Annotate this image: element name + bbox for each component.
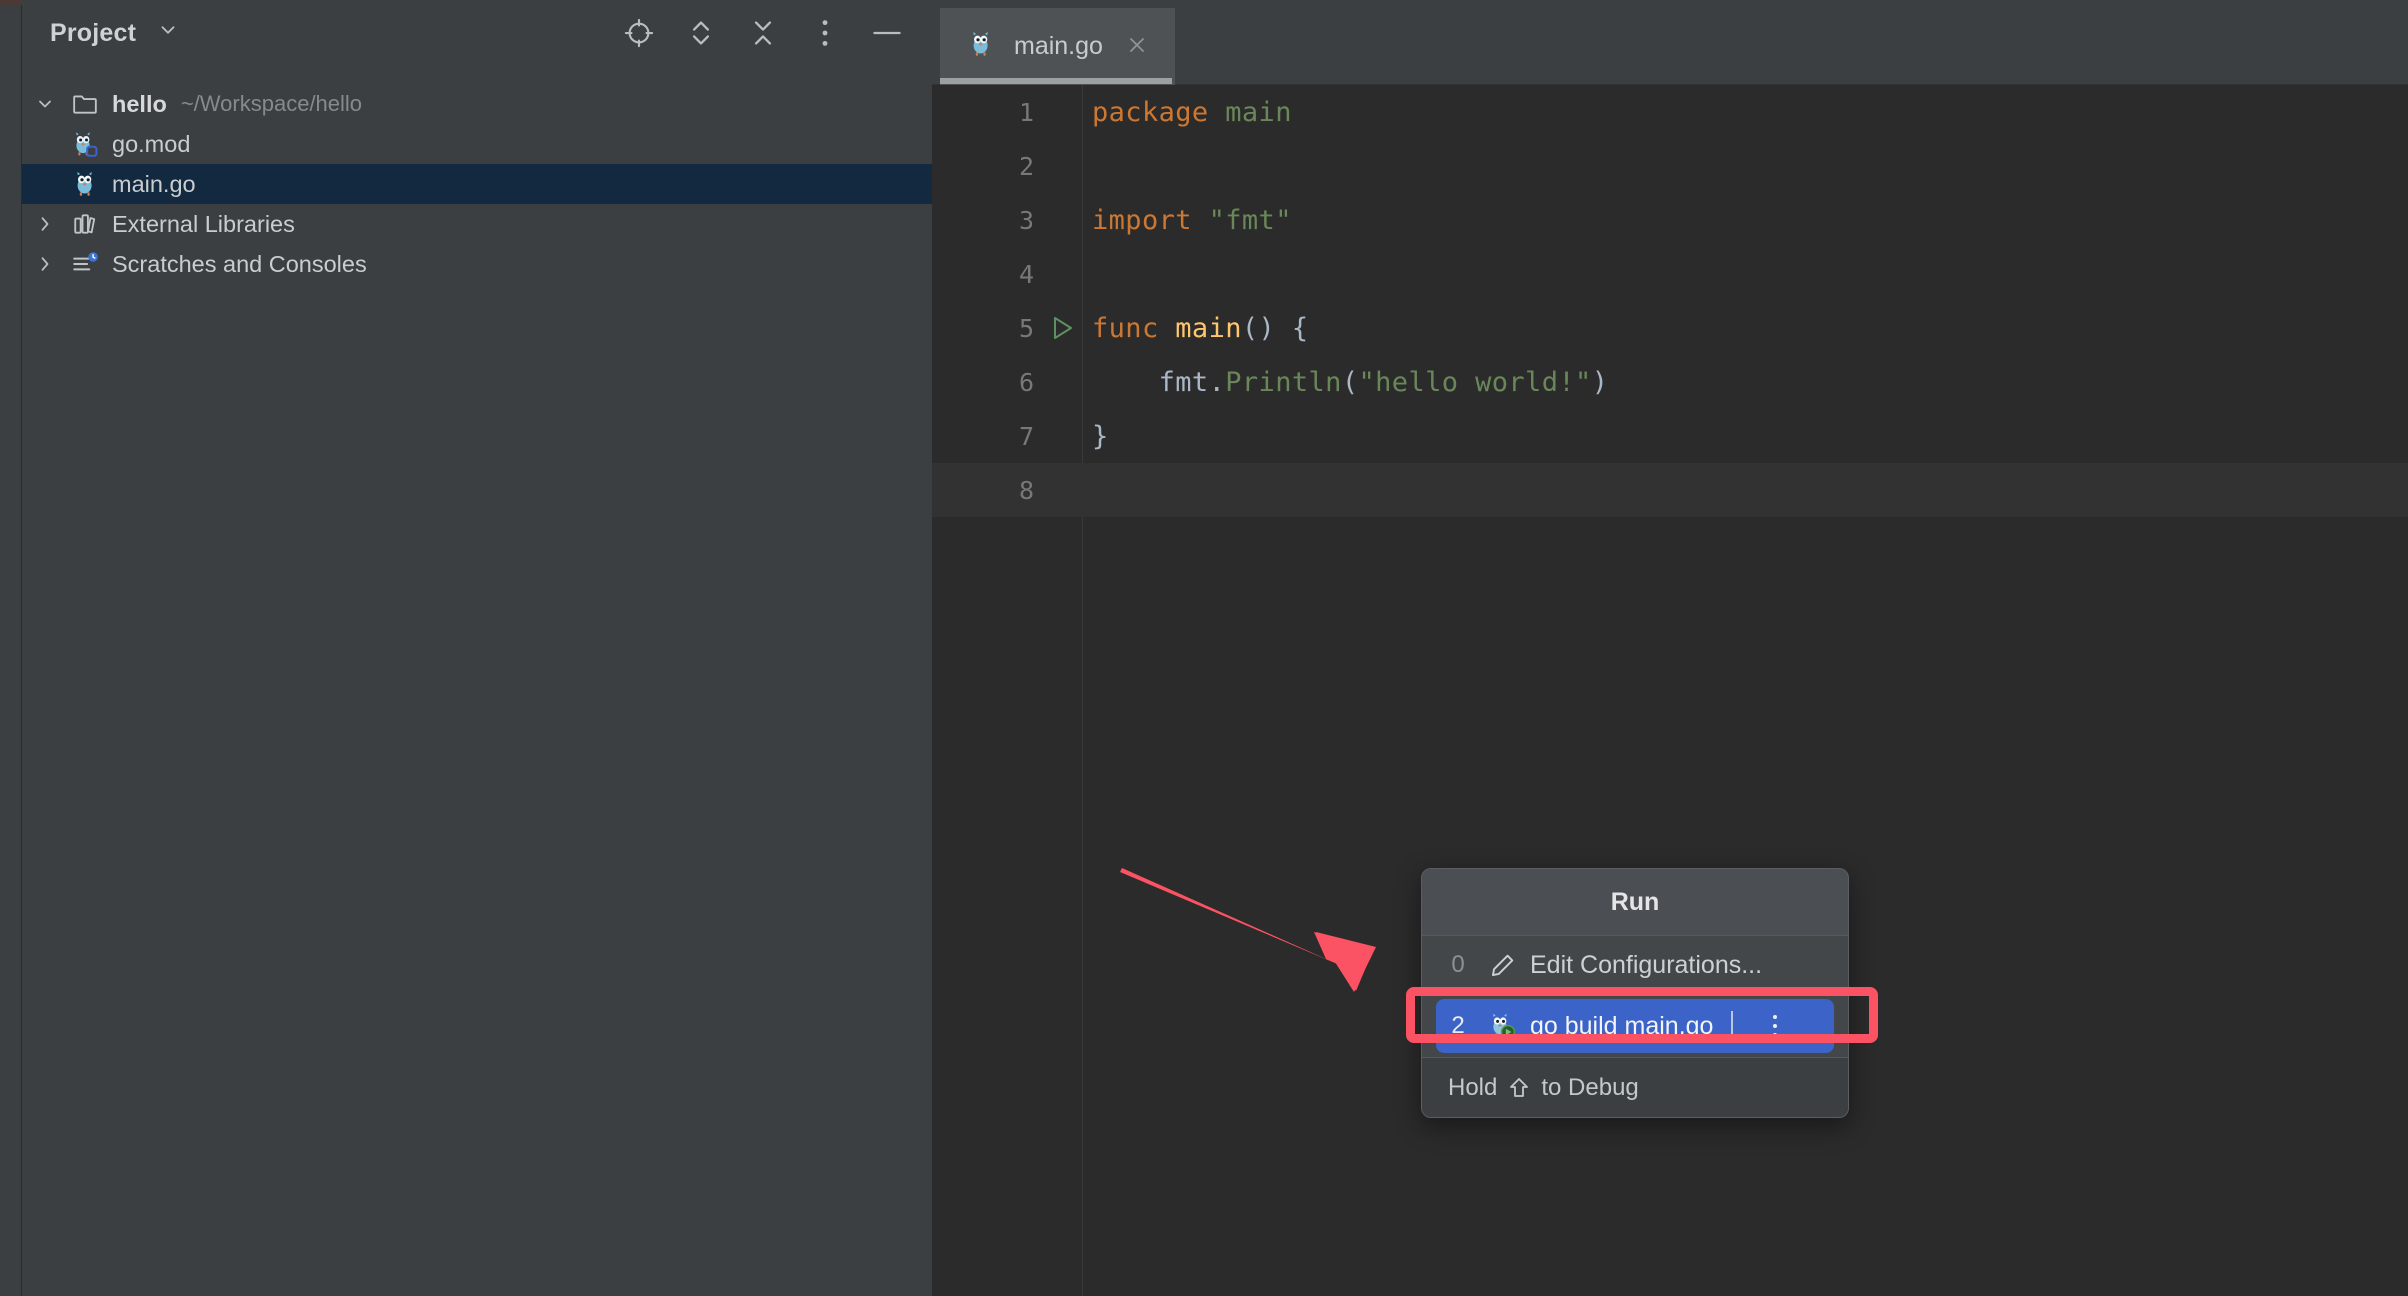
more-options-icon[interactable] (1755, 1013, 1795, 1039)
left-tool-stripe (0, 0, 22, 1296)
shortcut-number: 0 (1436, 951, 1480, 979)
chevron-down-icon[interactable] (22, 94, 68, 114)
tree-item-label: go.mod (112, 131, 190, 158)
selected-run-config[interactable]: 2 (1436, 999, 1834, 1053)
tree-item-label: External Libraries (112, 211, 295, 238)
run-popup: Run 0 Edit Configurations... 2 (1421, 868, 1849, 1118)
tree-item-go-mod[interactable]: go.mod (22, 124, 932, 164)
code-line-text: } (1084, 421, 1109, 452)
locate-in-tree-icon[interactable] (622, 16, 656, 50)
code-line-text: package main (1084, 97, 1292, 128)
tree-item-external-libraries[interactable]: External Libraries (22, 204, 932, 244)
line-number: 6 (932, 368, 1042, 397)
code-line: 6 fmt.Println("hello world!") (932, 355, 2408, 409)
chevron-down-icon[interactable] (157, 19, 179, 41)
tree-item-main-go[interactable]: main.go (22, 164, 932, 204)
tree-item-path: ~/Workspace/hello (181, 91, 362, 117)
run-item-go-build-main-go[interactable]: 2 (1422, 995, 1848, 1057)
code-line-text: func main() { (1084, 313, 1309, 344)
expand-collapse-icon[interactable] (684, 16, 718, 50)
tree-item-hello[interactable]: hello ~/Workspace/hello (22, 84, 932, 124)
line-number: 3 (932, 206, 1042, 235)
folder-icon (68, 92, 102, 116)
code-line: 5 func main() { (932, 301, 2408, 355)
line-number: 8 (932, 476, 1042, 505)
project-panel-header: Project (22, 0, 932, 66)
row-divider (1731, 1011, 1733, 1041)
library-icon (68, 211, 102, 237)
shortcut-number: 2 (1436, 1012, 1480, 1040)
go-file-icon (68, 169, 102, 199)
code-line-text: fmt.Println("hello world!") (1084, 367, 1608, 398)
run-item-label: Edit Configurations... (1530, 951, 1762, 980)
run-play-icon[interactable] (1042, 314, 1084, 342)
more-options-icon[interactable] (808, 16, 842, 50)
project-tree: hello ~/Workspace/hello (22, 84, 932, 284)
popup-footer: Hold to Debug (1422, 1057, 1848, 1117)
line-number: 7 (932, 422, 1042, 451)
close-icon[interactable] (1121, 33, 1153, 61)
go-mod-file-icon (68, 129, 102, 159)
code-line: 2 (932, 139, 2408, 193)
code-line-text: import "fmt" (1084, 205, 1292, 236)
code-line: 3 import "fmt" (932, 193, 2408, 247)
run-configurations-list: 0 Edit Configurations... 2 (1422, 935, 1848, 1057)
hide-panel-icon[interactable] (870, 16, 904, 50)
run-item-label: go build main.go (1530, 1012, 1713, 1041)
stripe-accent (0, 0, 22, 5)
line-number: 2 (932, 152, 1042, 181)
run-item-edit-configurations[interactable]: 0 Edit Configurations... (1422, 936, 1848, 994)
editor-area: main.go 1 package main 2 3 (932, 0, 2408, 1296)
panel-toolbar (622, 0, 904, 66)
code-line: 4 (932, 247, 2408, 301)
tree-item-label: Scratches and Consoles (112, 251, 367, 278)
line-number: 4 (932, 260, 1042, 289)
tab-label: main.go (1014, 32, 1103, 61)
footer-prefix: Hold (1448, 1074, 1497, 1102)
collapse-all-icon[interactable] (746, 16, 780, 50)
page-title: Project (50, 19, 136, 47)
go-run-icon (1480, 1011, 1524, 1041)
popup-title: Run (1422, 869, 1848, 935)
chevron-right-icon[interactable] (22, 214, 68, 234)
shift-key-icon (1507, 1076, 1531, 1100)
editor-tabbar: main.go (932, 0, 2408, 85)
project-sidebar: Project (22, 0, 932, 1296)
go-file-icon (966, 29, 996, 64)
tree-item-scratches-and-consoles[interactable]: Scratches and Consoles (22, 244, 932, 284)
panel-title-group[interactable]: Project (50, 19, 179, 48)
code-line: 7 } (932, 409, 2408, 463)
line-number: 1 (932, 98, 1042, 127)
code-line: 1 package main (932, 85, 2408, 139)
code-line-caret: 8 (932, 463, 2408, 517)
tree-item-label: hello (112, 91, 167, 118)
tree-item-label: main.go (112, 171, 196, 198)
ide-window: Project (0, 0, 2408, 1296)
tab-main-go[interactable]: main.go (940, 8, 1175, 85)
active-tab-indicator (940, 78, 1172, 84)
chevron-right-icon[interactable] (22, 254, 68, 274)
line-number: 5 (932, 314, 1042, 343)
footer-suffix: to Debug (1541, 1074, 1638, 1102)
scratches-icon (68, 251, 102, 277)
pencil-icon (1480, 952, 1524, 979)
